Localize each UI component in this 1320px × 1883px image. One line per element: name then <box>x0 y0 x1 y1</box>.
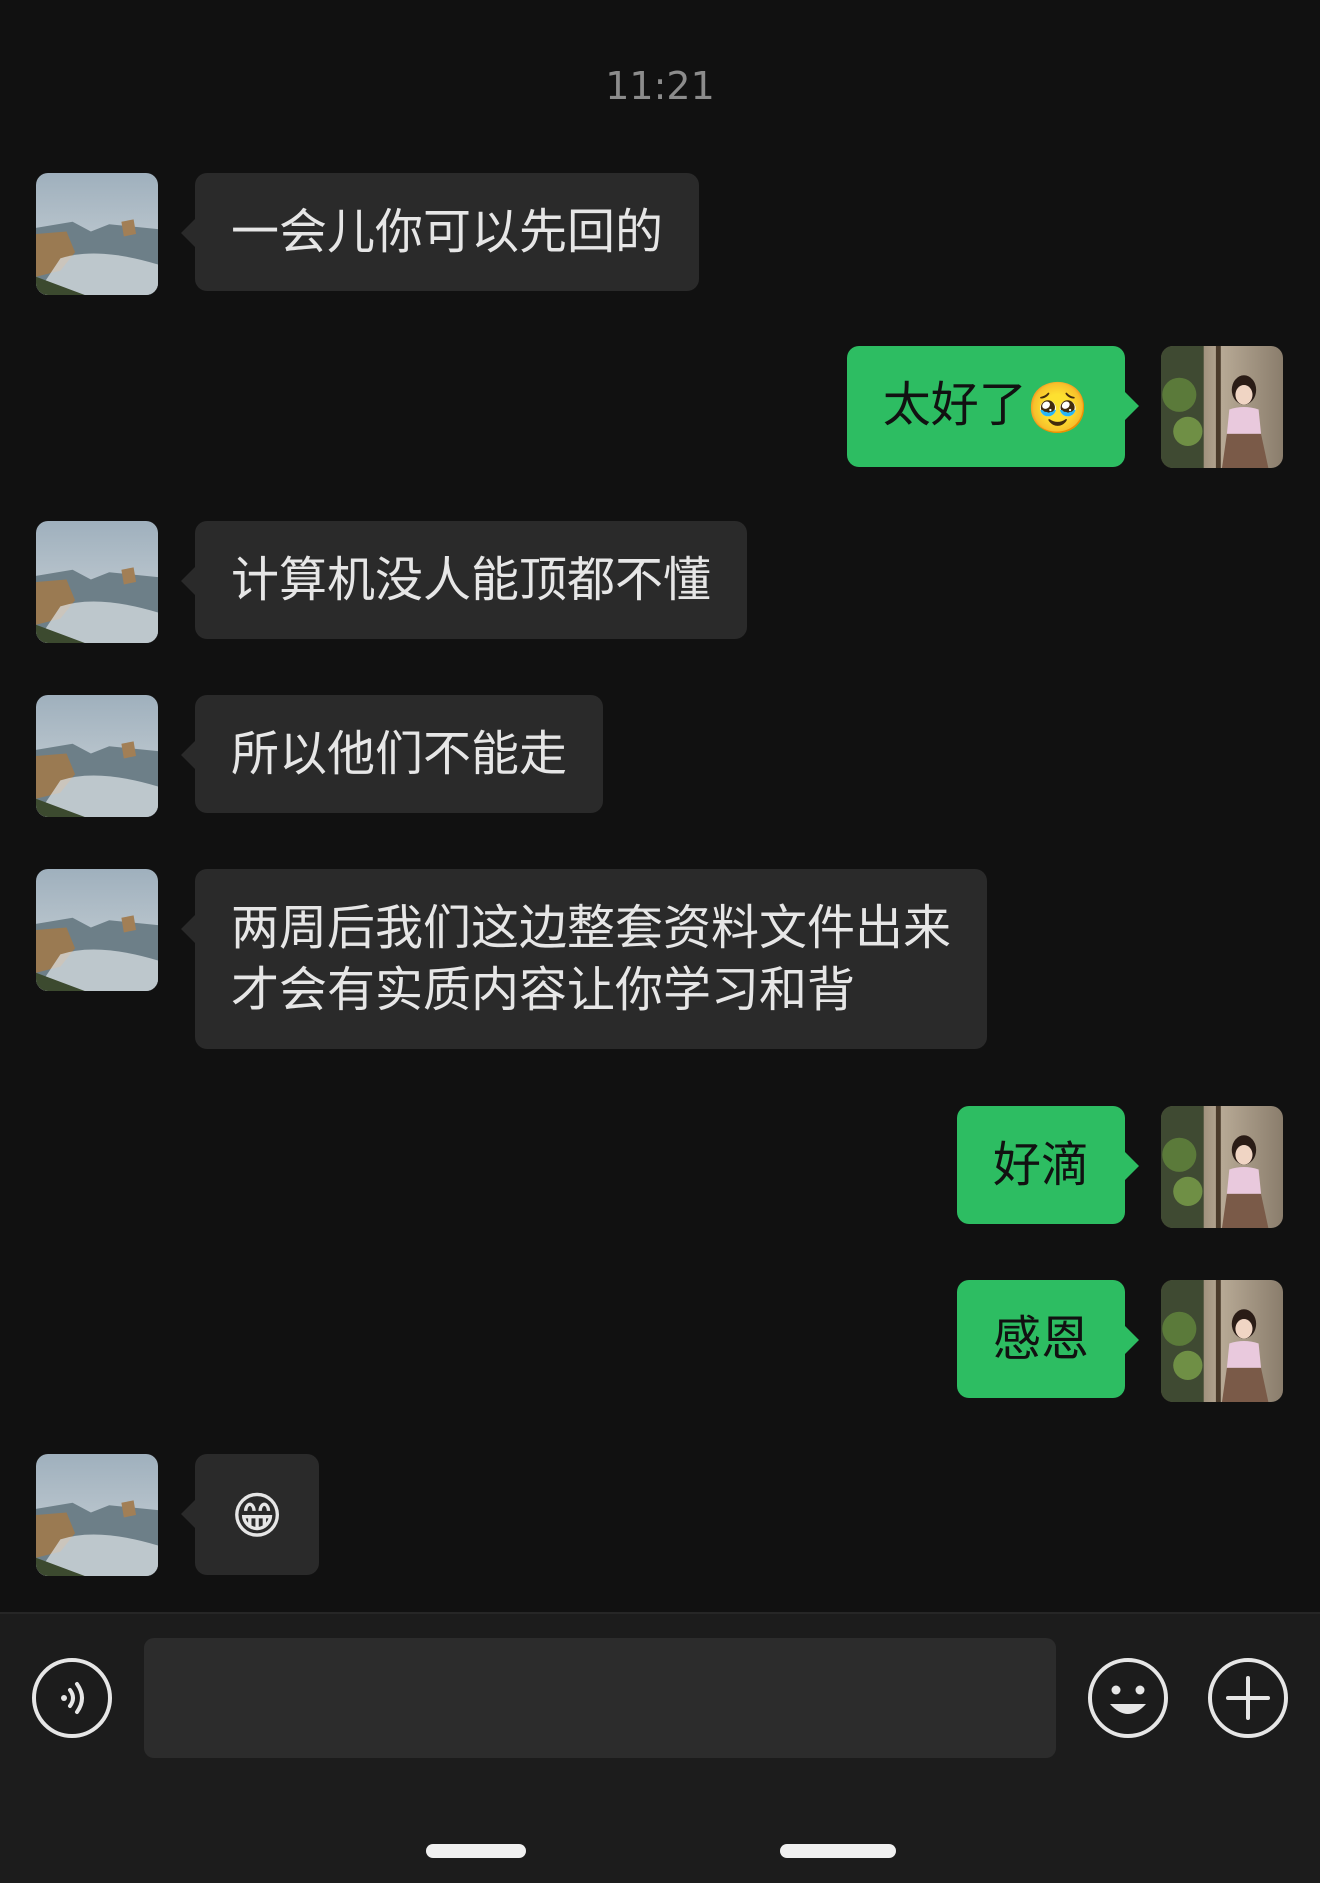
message-bubble-incoming[interactable]: 😁 <box>180 1454 320 1575</box>
grinning-face-emoji: 😁 <box>231 1487 284 1545</box>
message-text: 计算机没人能顶都不懂 <box>231 552 712 608</box>
message-input[interactable] <box>144 1638 1056 1758</box>
message-text: 好滴 <box>992 1137 1089 1193</box>
input-bar <box>0 1612 1320 1883</box>
message-text: 太好了 <box>882 377 1027 433</box>
message-bubble-incoming[interactable]: 两周后我们这边整套资料文件出来 才会有实质内容让你学习和背 <box>180 869 988 1049</box>
contact-avatar[interactable] <box>36 521 158 643</box>
user-avatar[interactable] <box>1161 346 1283 468</box>
home-indicator <box>780 1844 896 1858</box>
user-avatar[interactable] <box>1161 1280 1283 1402</box>
contact-avatar[interactable] <box>36 869 158 991</box>
message-text: 两周后我们这边整套资料文件出来 才会有实质内容让你学习和背 <box>231 900 952 1018</box>
pleading-face-emoji: 🥹 <box>1026 379 1089 437</box>
message-bubble-outgoing[interactable]: 好滴 <box>956 1106 1140 1224</box>
home-indicator <box>426 1844 526 1858</box>
message-bubble-incoming[interactable]: 所以他们不能走 <box>180 695 604 813</box>
contact-avatar[interactable] <box>36 173 158 295</box>
message-bubble-incoming[interactable]: 计算机没人能顶都不懂 <box>180 521 748 639</box>
message-bubble-outgoing[interactable]: 感恩 <box>956 1280 1140 1398</box>
message-text: 一会儿你可以先回的 <box>231 204 664 260</box>
contact-avatar[interactable] <box>36 695 158 817</box>
voice-icon[interactable] <box>30 1656 114 1740</box>
user-avatar[interactable] <box>1161 1106 1283 1228</box>
timestamp: 11:21 <box>605 64 715 108</box>
message-text: 感恩 <box>992 1311 1089 1367</box>
contact-avatar[interactable] <box>36 1454 158 1576</box>
message-text: 所以他们不能走 <box>231 726 568 782</box>
message-bubble-outgoing[interactable]: 太好了🥹 <box>846 346 1140 467</box>
emoji-icon[interactable] <box>1086 1656 1170 1740</box>
message-bubble-incoming[interactable]: 一会儿你可以先回的 <box>180 173 700 291</box>
plus-icon[interactable] <box>1206 1656 1290 1740</box>
